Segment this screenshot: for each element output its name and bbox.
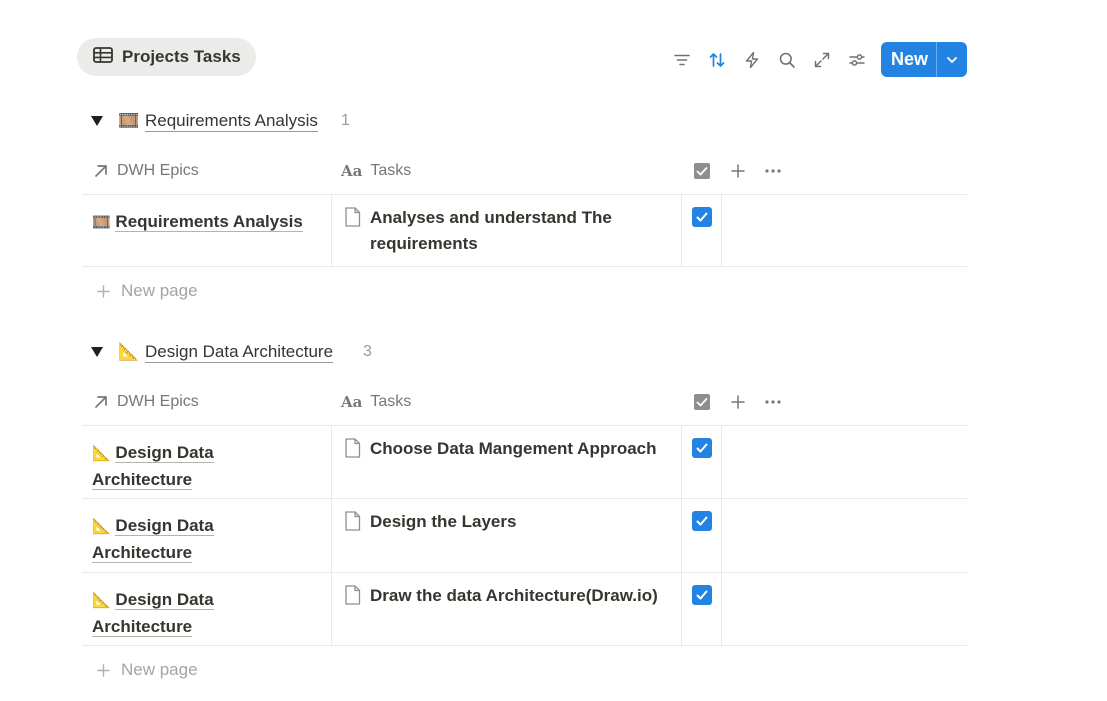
add-property-icon[interactable] <box>730 394 746 410</box>
checkbox-type-icon <box>694 394 710 410</box>
more-options-icon[interactable] <box>764 168 782 174</box>
film-icon: 🎞️ <box>92 214 111 231</box>
group-header: 🎞️ Requirements Analysis 1 <box>82 102 967 140</box>
epic-link[interactable]: Design Data Architecture <box>92 516 214 563</box>
task-title: Design the Layers <box>370 512 517 531</box>
settings-icon[interactable] <box>839 42 874 77</box>
column-divider <box>681 426 682 498</box>
new-page-button[interactable]: New page <box>82 646 967 694</box>
add-property-icon[interactable] <box>730 163 746 179</box>
column-header-epics[interactable]: DWH Epics <box>93 393 199 411</box>
epic-link[interactable]: Design Data Architecture <box>92 590 214 637</box>
table-row[interactable]: 📐 Design Data Architecture Design the La… <box>82 499 967 573</box>
done-checkbox[interactable] <box>692 585 712 605</box>
task-title-cell[interactable]: Choose Data Mangement Approach <box>344 436 664 462</box>
task-title: Draw the data Architecture(Draw.io) <box>370 586 658 605</box>
column-divider <box>721 426 722 498</box>
film-icon: 🎞️ <box>118 111 140 130</box>
triangular-ruler-icon: 📐 <box>118 342 140 361</box>
column-divider <box>331 499 332 572</box>
epic-relation-cell[interactable]: 📐 Design Data Architecture <box>92 587 242 640</box>
new-button-label[interactable]: New <box>881 42 936 77</box>
chevron-down-icon[interactable] <box>936 42 967 77</box>
group-title[interactable]: Requirements Analysis <box>145 111 318 132</box>
new-page-label: New page <box>121 281 198 300</box>
column-divider <box>721 499 722 572</box>
column-divider <box>681 195 682 266</box>
triangular-ruler-icon: 📐 <box>92 445 111 462</box>
epic-relation-cell[interactable]: 📐 Design Data Architecture <box>92 513 242 566</box>
column-divider <box>331 426 332 498</box>
text-type-icon: Aa <box>341 393 363 411</box>
epic-relation-cell[interactable]: 📐 Design Data Architecture <box>92 440 242 493</box>
view-tab-projects-tasks[interactable]: Projects Tasks <box>77 38 256 76</box>
filter-icon[interactable] <box>664 42 699 77</box>
done-checkbox[interactable] <box>692 511 712 531</box>
table-row[interactable]: 📐 Design Data Architecture Choose Data M… <box>82 426 967 499</box>
sort-icon[interactable] <box>699 42 734 77</box>
group-design-data-architecture: 📐 Design Data Architecture 3 DWH Epics A… <box>82 333 967 694</box>
column-label-epics: DWH Epics <box>117 162 199 179</box>
column-header-tasks[interactable]: Aa Tasks <box>341 162 411 180</box>
column-divider <box>681 499 682 572</box>
epic-link[interactable]: Design Data Architecture <box>92 443 214 490</box>
checkbox-type-icon <box>694 163 710 179</box>
table-row[interactable]: 📐 Design Data Architecture Draw the data… <box>82 573 967 646</box>
group-requirements-analysis: 🎞️ Requirements Analysis 1 DWH Epics Aa … <box>82 102 967 315</box>
database-toolbar: New <box>664 42 967 77</box>
group-count: 1 <box>341 112 350 129</box>
page-icon <box>345 207 361 227</box>
epic-relation-cell[interactable]: 🎞️ Requirements Analysis <box>92 209 322 236</box>
page-icon <box>345 585 361 605</box>
table-row[interactable]: 🎞️ Requirements Analysis Analyses and un… <box>82 195 967 267</box>
automation-icon[interactable] <box>734 42 769 77</box>
group-title[interactable]: Design Data Architecture <box>145 342 334 363</box>
new-button[interactable]: New <box>881 42 967 77</box>
task-title-cell[interactable]: Design the Layers <box>344 509 664 535</box>
table-header: DWH Epics Aa Tasks <box>82 148 967 195</box>
table-icon <box>93 46 113 68</box>
group-table: DWH Epics Aa Tasks 📐 Design Data Archite… <box>82 379 967 694</box>
done-checkbox[interactable] <box>692 207 712 227</box>
view-title: Projects Tasks <box>122 47 241 66</box>
column-divider <box>331 573 332 645</box>
expand-icon[interactable] <box>804 42 839 77</box>
plus-icon <box>97 663 110 677</box>
task-title: Choose Data Mangement Approach <box>370 439 657 458</box>
column-header-done[interactable] <box>693 393 711 411</box>
collapse-caret-icon[interactable] <box>91 116 103 126</box>
column-divider <box>331 195 332 266</box>
task-title-cell[interactable]: Draw the data Architecture(Draw.io) <box>344 583 664 609</box>
search-icon[interactable] <box>769 42 804 77</box>
more-options-icon[interactable] <box>764 399 782 405</box>
column-header-epics[interactable]: DWH Epics <box>93 162 199 180</box>
column-label-tasks: Tasks <box>370 393 412 410</box>
column-divider <box>721 573 722 645</box>
task-title: Analyses and understand The requirements <box>370 208 612 253</box>
new-page-button[interactable]: New page <box>82 267 967 315</box>
triangular-ruler-icon: 📐 <box>92 592 111 609</box>
relation-arrow-icon <box>95 165 107 177</box>
triangular-ruler-icon: 📐 <box>92 518 111 535</box>
table-header: DWH Epics Aa Tasks <box>82 379 967 426</box>
column-label-epics: DWH Epics <box>117 393 199 410</box>
new-page-label: New page <box>121 660 198 679</box>
text-type-icon: Aa <box>341 162 363 180</box>
done-checkbox[interactable] <box>692 438 712 458</box>
page-icon <box>345 438 361 458</box>
group-table: DWH Epics Aa Tasks 🎞️ Requirements Analy… <box>82 148 967 315</box>
column-divider <box>681 573 682 645</box>
group-count: 3 <box>363 343 372 360</box>
column-divider <box>721 195 722 266</box>
column-header-done[interactable] <box>693 162 711 180</box>
column-header-tasks[interactable]: Aa Tasks <box>341 393 411 411</box>
task-title-cell[interactable]: Analyses and understand The requirements <box>344 205 664 257</box>
relation-arrow-icon <box>95 396 107 408</box>
epic-link[interactable]: Requirements Analysis <box>115 212 303 232</box>
plus-icon <box>97 284 110 298</box>
column-label-tasks: Tasks <box>370 162 412 179</box>
collapse-caret-icon[interactable] <box>91 347 103 357</box>
group-header: 📐 Design Data Architecture 3 <box>82 333 967 371</box>
page-icon <box>345 511 361 531</box>
